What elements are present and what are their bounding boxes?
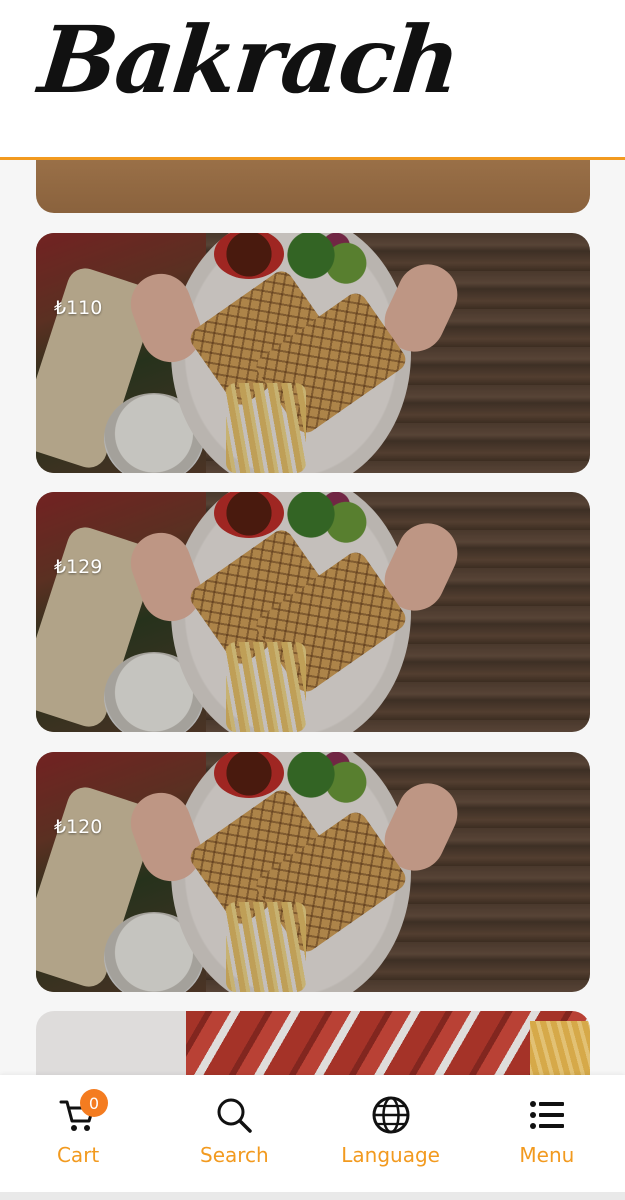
brand-logo[interactable]: Bakrach xyxy=(34,6,463,114)
product-card[interactable]: ₺129 xyxy=(36,492,590,732)
nav-search[interactable]: Search xyxy=(156,1075,312,1200)
product-card[interactable] xyxy=(36,1011,590,1075)
product-image xyxy=(36,160,590,213)
cart-count-badge: 0 xyxy=(80,1089,108,1117)
globe-icon xyxy=(372,1096,410,1134)
product-price: ₺120 xyxy=(54,816,103,838)
product-image xyxy=(36,233,590,473)
product-image xyxy=(36,752,590,992)
product-card[interactable]: ₺120 xyxy=(36,752,590,992)
product-card[interactable] xyxy=(36,160,590,213)
list-icon xyxy=(529,1101,564,1129)
product-price: ₺110 xyxy=(54,297,103,319)
app-header: Bakrach xyxy=(0,0,625,160)
bottom-navigation: 0 Cart Search Language Menu xyxy=(0,1075,625,1200)
nav-menu[interactable]: Menu xyxy=(469,1075,625,1200)
nav-cart[interactable]: 0 Cart xyxy=(0,1075,156,1200)
product-image xyxy=(36,492,590,732)
nav-language[interactable]: Language xyxy=(313,1075,469,1200)
product-price: ₺129 xyxy=(54,556,103,578)
nav-language-label: Language xyxy=(341,1143,440,1167)
product-image xyxy=(36,1011,590,1075)
nav-menu-label: Menu xyxy=(519,1143,575,1167)
product-list[interactable]: ₺110 ₺129 ₺120 xyxy=(0,160,625,1075)
nav-cart-label: Cart xyxy=(56,1143,100,1167)
home-indicator-bar xyxy=(0,1192,625,1200)
nav-search-label: Search xyxy=(200,1143,269,1167)
search-icon xyxy=(217,1098,253,1133)
product-card[interactable]: ₺110 xyxy=(36,233,590,473)
